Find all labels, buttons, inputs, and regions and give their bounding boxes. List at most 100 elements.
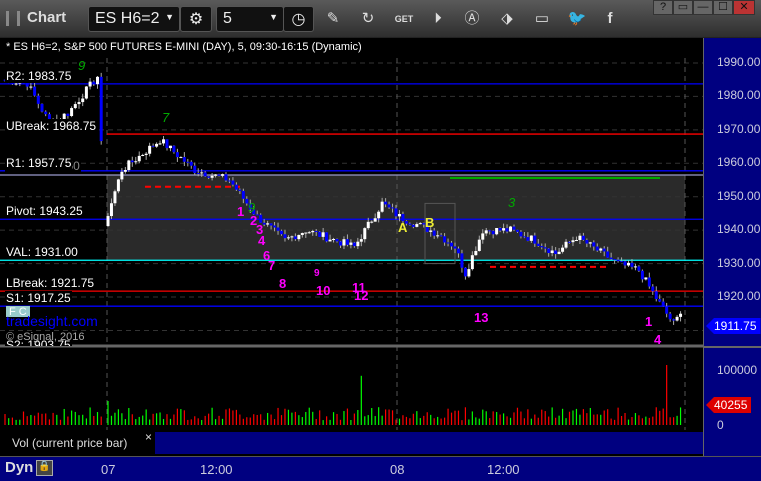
candle bbox=[321, 232, 325, 237]
price-tick-label: 1970.00 bbox=[717, 121, 761, 136]
drag-grip-icon[interactable] bbox=[6, 11, 20, 26]
candle bbox=[522, 236, 526, 238]
candle bbox=[269, 223, 273, 226]
time-label: 12:00 bbox=[200, 462, 233, 477]
link-icon[interactable]: ⬗ bbox=[497, 9, 517, 29]
time-axis[interactable]: Dyn 🔒 07 12:00 08 12:00 bbox=[0, 456, 761, 481]
candle bbox=[620, 261, 624, 263]
candle bbox=[165, 139, 169, 149]
settings-gear-icon[interactable]: ⚙ bbox=[180, 6, 212, 32]
candle bbox=[460, 253, 464, 268]
candle bbox=[286, 237, 290, 239]
pencil-icon[interactable]: ✎ bbox=[323, 9, 343, 29]
interval-input[interactable]: 5 ▼ bbox=[216, 6, 284, 32]
get-icon[interactable]: GET bbox=[394, 9, 414, 29]
close-button[interactable]: ✕ bbox=[733, 0, 755, 15]
candle bbox=[627, 262, 630, 266]
candle bbox=[578, 235, 582, 241]
candle bbox=[581, 235, 585, 240]
candle bbox=[148, 145, 152, 154]
candle bbox=[109, 203, 113, 217]
help-button[interactable]: ? bbox=[653, 0, 673, 15]
candle bbox=[44, 111, 48, 115]
candle bbox=[481, 233, 485, 240]
copyright-label: © eSignal, 2016 bbox=[6, 331, 85, 343]
trade-marker: A bbox=[398, 220, 408, 235]
candle bbox=[116, 179, 120, 192]
symbol-input[interactable]: ES H6=2 ▼ bbox=[88, 6, 180, 32]
candle bbox=[616, 259, 620, 262]
candle bbox=[40, 103, 44, 112]
candle bbox=[456, 248, 460, 254]
price-tick-label: 1960.00 bbox=[717, 155, 761, 170]
candle bbox=[574, 240, 578, 242]
candle bbox=[224, 174, 228, 181]
volume-tick-label: 0 bbox=[717, 418, 724, 432]
candle bbox=[92, 81, 96, 85]
candle bbox=[380, 201, 384, 212]
candle bbox=[429, 230, 433, 232]
candle bbox=[467, 269, 471, 277]
candle bbox=[654, 291, 658, 300]
candle bbox=[526, 237, 530, 241]
toolbar: Chart ES H6=2 ▼ ⚙ 5 ▼ ◷ ✎ ↻ GET ⏵ Ⓐ ⬗ ▭ 🐦 … bbox=[0, 0, 761, 38]
candle bbox=[432, 230, 436, 236]
candle bbox=[411, 224, 415, 227]
candle bbox=[547, 248, 551, 254]
candle bbox=[515, 229, 519, 232]
refresh-icon[interactable]: ↻ bbox=[358, 9, 378, 29]
clock-icon[interactable]: ◷ bbox=[283, 6, 314, 32]
price-axis[interactable]: 1990.00 1980.00 1970.00 1960.00 1950.00 1940.… bbox=[703, 38, 761, 456]
volume-study-bar: Vol (current price bar) × bbox=[0, 430, 703, 455]
candle bbox=[234, 184, 238, 190]
setup-count-marker: 9 bbox=[314, 268, 320, 279]
candle bbox=[477, 239, 481, 251]
price-tick-label: 1920.00 bbox=[717, 289, 761, 303]
setup-count-marker: 8 bbox=[279, 276, 287, 291]
last-volume-tag: 40255 bbox=[706, 397, 752, 413]
candle bbox=[502, 228, 506, 231]
candle bbox=[609, 257, 613, 260]
close-study-icon[interactable]: × bbox=[145, 430, 152, 444]
candle bbox=[633, 266, 637, 268]
level-label: UBreak: 1968.75 bbox=[5, 119, 98, 134]
candle bbox=[137, 155, 141, 162]
maximize-button[interactable]: ☐ bbox=[713, 0, 733, 15]
window-title: Chart bbox=[27, 9, 67, 26]
price-tick-label: 1940.00 bbox=[717, 222, 761, 237]
candle bbox=[175, 152, 179, 158]
candle bbox=[672, 319, 676, 321]
price-chart[interactable] bbox=[0, 38, 703, 430]
lock-icon[interactable]: 🔒 bbox=[36, 460, 53, 476]
facebook-icon[interactable]: f bbox=[600, 9, 620, 29]
level-label: S1: 1917.25 bbox=[5, 291, 72, 306]
candle bbox=[70, 108, 74, 117]
candle bbox=[640, 270, 644, 280]
candle bbox=[214, 174, 218, 176]
candle bbox=[352, 242, 356, 247]
twitter-icon[interactable]: 🐦 bbox=[567, 9, 587, 29]
candle bbox=[543, 247, 547, 249]
candle bbox=[519, 231, 523, 237]
candle bbox=[418, 223, 422, 225]
candle bbox=[193, 165, 197, 174]
level-label: Pivot: 1943.25 bbox=[5, 204, 84, 219]
candle bbox=[377, 211, 381, 219]
minimize-button[interactable]: — bbox=[693, 0, 713, 15]
candle bbox=[644, 277, 648, 280]
comment-icon[interactable]: ▭ bbox=[532, 9, 552, 29]
candle bbox=[345, 239, 349, 245]
candle bbox=[113, 191, 117, 204]
layout-button[interactable]: ▭ bbox=[673, 0, 693, 15]
candle bbox=[14, 83, 18, 85]
sequential-count-marker: 9 bbox=[78, 58, 86, 73]
candle bbox=[231, 180, 235, 185]
candle bbox=[484, 230, 488, 234]
play-icon[interactable]: ⏵ bbox=[428, 9, 448, 29]
candle bbox=[120, 171, 124, 180]
alert-icon[interactable]: Ⓐ bbox=[462, 9, 482, 29]
level-label: VAL: 1931.00 bbox=[5, 245, 79, 260]
setup-count-marker: 1 bbox=[237, 204, 245, 219]
candle bbox=[283, 234, 287, 239]
candle bbox=[162, 139, 166, 144]
